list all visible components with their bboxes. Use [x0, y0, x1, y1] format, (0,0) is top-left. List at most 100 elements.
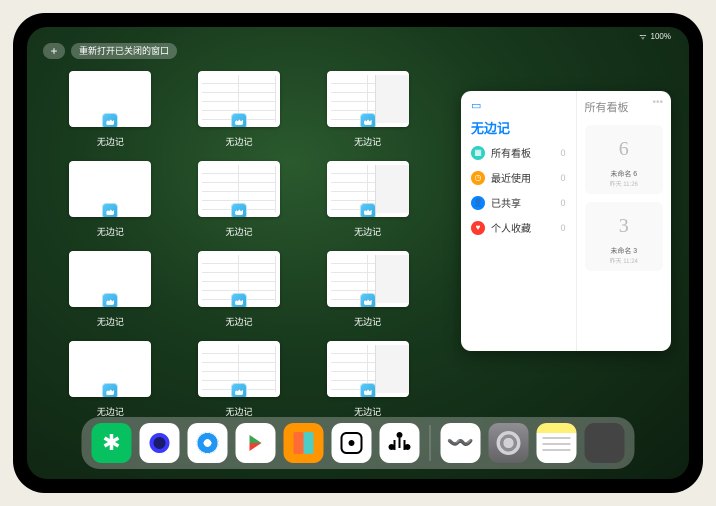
dock-app-wechat[interactable]: ✱: [92, 423, 132, 463]
dock-separator: [430, 425, 431, 461]
ipad-frame: ᯤ 100% + 重新打开已关闭的窗口 无边记无边记无边记无边记无边记无边记无边…: [13, 13, 703, 493]
freeform-app-icon: [360, 203, 376, 217]
board-name: 未命名 3: [610, 246, 637, 256]
dock-app-multi[interactable]: [585, 423, 625, 463]
reopen-closed-window-button[interactable]: 重新打开已关闭的窗口: [71, 43, 177, 59]
board-time: 昨天 11:24: [610, 256, 638, 265]
app-window[interactable]: 无边记: [178, 251, 301, 333]
app-window[interactable]: 无边记: [49, 161, 172, 243]
category-label: 所有看板: [491, 145, 531, 160]
window-label: 无边记: [354, 135, 381, 148]
dock-app-settings[interactable]: [489, 423, 529, 463]
board-preview: 3: [604, 208, 644, 244]
window-thumbnail: [198, 71, 280, 127]
board-name: 未命名 6: [610, 169, 637, 179]
dock-app-browser[interactable]: [188, 423, 228, 463]
category-count: 0: [560, 173, 565, 183]
freeform-app-icon: [231, 383, 247, 397]
category-count: 0: [560, 148, 565, 158]
panel-content: 所有看板 6未命名 6昨天 11:26 3 未命名 3昨天 11:24: [577, 91, 672, 351]
browser-icon: [197, 432, 219, 454]
category-count: 0: [560, 198, 565, 208]
freeform-app-icon: [360, 113, 376, 127]
shared-icon: 👤: [471, 196, 485, 210]
dock-app-dice[interactable]: [332, 423, 372, 463]
category-shared[interactable]: 👤 已共享 0: [471, 195, 566, 210]
category-label: 个人收藏: [491, 220, 531, 235]
notes-icon: [543, 437, 571, 439]
window-label: 无边记: [354, 315, 381, 328]
category-all[interactable]: ▦ 所有看板 0: [471, 145, 566, 160]
window-thumbnail: [327, 161, 409, 217]
freeform-app-icon: [102, 113, 118, 127]
window-thumbnail: [69, 161, 151, 217]
freeform-app-icon: [360, 293, 376, 307]
all-icon: ▦: [471, 146, 485, 160]
books-icon: [294, 432, 314, 454]
dock: ✱ 〰️: [82, 417, 635, 469]
freeform-app-icon: [102, 383, 118, 397]
freeform-app-icon: [231, 113, 247, 127]
freeform-app-icon: [231, 293, 247, 307]
category-fav[interactable]: ♥个人收藏0: [471, 220, 566, 235]
app-window[interactable]: 无边记: [306, 71, 429, 153]
window-thumbnail: [198, 341, 280, 397]
sidebar-toggle-icon[interactable]: ▭: [471, 99, 566, 112]
window-label: 无边记: [225, 225, 252, 238]
gear-icon: [497, 431, 521, 455]
more-icon[interactable]: •••: [652, 97, 663, 108]
dock-app-play[interactable]: [236, 423, 276, 463]
app-window[interactable]: 无边记: [49, 341, 172, 423]
panel-right-title: 所有看板: [585, 99, 664, 115]
category-label: 已共享: [491, 195, 521, 210]
window-thumbnail: [198, 251, 280, 307]
window-label: 无边记: [97, 135, 124, 148]
dock-app-node[interactable]: [380, 423, 420, 463]
quark-icon: [150, 433, 170, 453]
play-icon: [250, 435, 262, 451]
dock-app-books[interactable]: [284, 423, 324, 463]
dock-app-notes[interactable]: [537, 423, 577, 463]
window-label: 无边记: [225, 135, 252, 148]
freeform-app-icon: [102, 293, 118, 307]
board-card[interactable]: 3 未命名 3昨天 11:24: [585, 202, 664, 271]
window-thumbnail: [327, 341, 409, 397]
app-window[interactable]: 无边记: [306, 341, 429, 423]
app-window[interactable]: 无边记: [49, 251, 172, 333]
dock-app-quark[interactable]: [140, 423, 180, 463]
app-window[interactable]: 无边记: [306, 161, 429, 243]
window-label: 无边记: [225, 315, 252, 328]
app-window[interactable]: 无边记: [178, 161, 301, 243]
freeform-app-icon: [102, 203, 118, 217]
panel-title: 无边记: [471, 118, 566, 137]
panel-sidebar: ▭ 无边记 ▦所有看板0◷最近使用0👤已共享0♥个人收藏0: [461, 91, 577, 351]
wechat-icon: ✱: [102, 430, 120, 456]
wifi-icon: ᯤ: [639, 31, 646, 42]
app-window[interactable]: 无边记: [178, 341, 301, 423]
category-count: 0: [560, 223, 565, 233]
board-card[interactable]: 6未命名 6昨天 11:26: [585, 125, 664, 194]
window-thumbnail: [69, 341, 151, 397]
window-thumbnail: [69, 71, 151, 127]
window-thumbnail: [327, 251, 409, 307]
category-recent[interactable]: ◷ 最近使用 0: [471, 170, 566, 185]
recent-icon: ◷: [471, 171, 485, 185]
dock-app-freeform[interactable]: 〰️: [441, 423, 481, 463]
window-thumbnail: [327, 71, 409, 127]
graph-icon: [389, 432, 411, 454]
window-thumbnail: [69, 251, 151, 307]
window-label: 无边记: [97, 315, 124, 328]
app-window[interactable]: 无边记: [49, 71, 172, 153]
app-window[interactable]: 无边记: [178, 71, 301, 153]
status-bar: ᯤ 100%: [639, 31, 671, 42]
app-window[interactable]: 无边记: [306, 251, 429, 333]
new-window-button[interactable]: +: [43, 43, 65, 59]
screen: ᯤ 100% + 重新打开已关闭的窗口 无边记无边记无边记无边记无边记无边记无边…: [27, 27, 689, 479]
window-thumbnail: [198, 161, 280, 217]
window-label: 无边记: [354, 225, 381, 238]
window-label: 无边记: [97, 225, 124, 238]
app-expose-grid: 无边记无边记无边记无边记无边记无边记无边记无边记无边记无边记无边记无边记: [49, 71, 429, 431]
category-label: 最近使用: [491, 170, 531, 185]
freeform-browser-panel[interactable]: ••• ▭ 无边记 ▦所有看板0◷最近使用0👤已共享0♥个人收藏0 所有看板 6…: [461, 91, 671, 351]
freeform-app-icon: [360, 383, 376, 397]
